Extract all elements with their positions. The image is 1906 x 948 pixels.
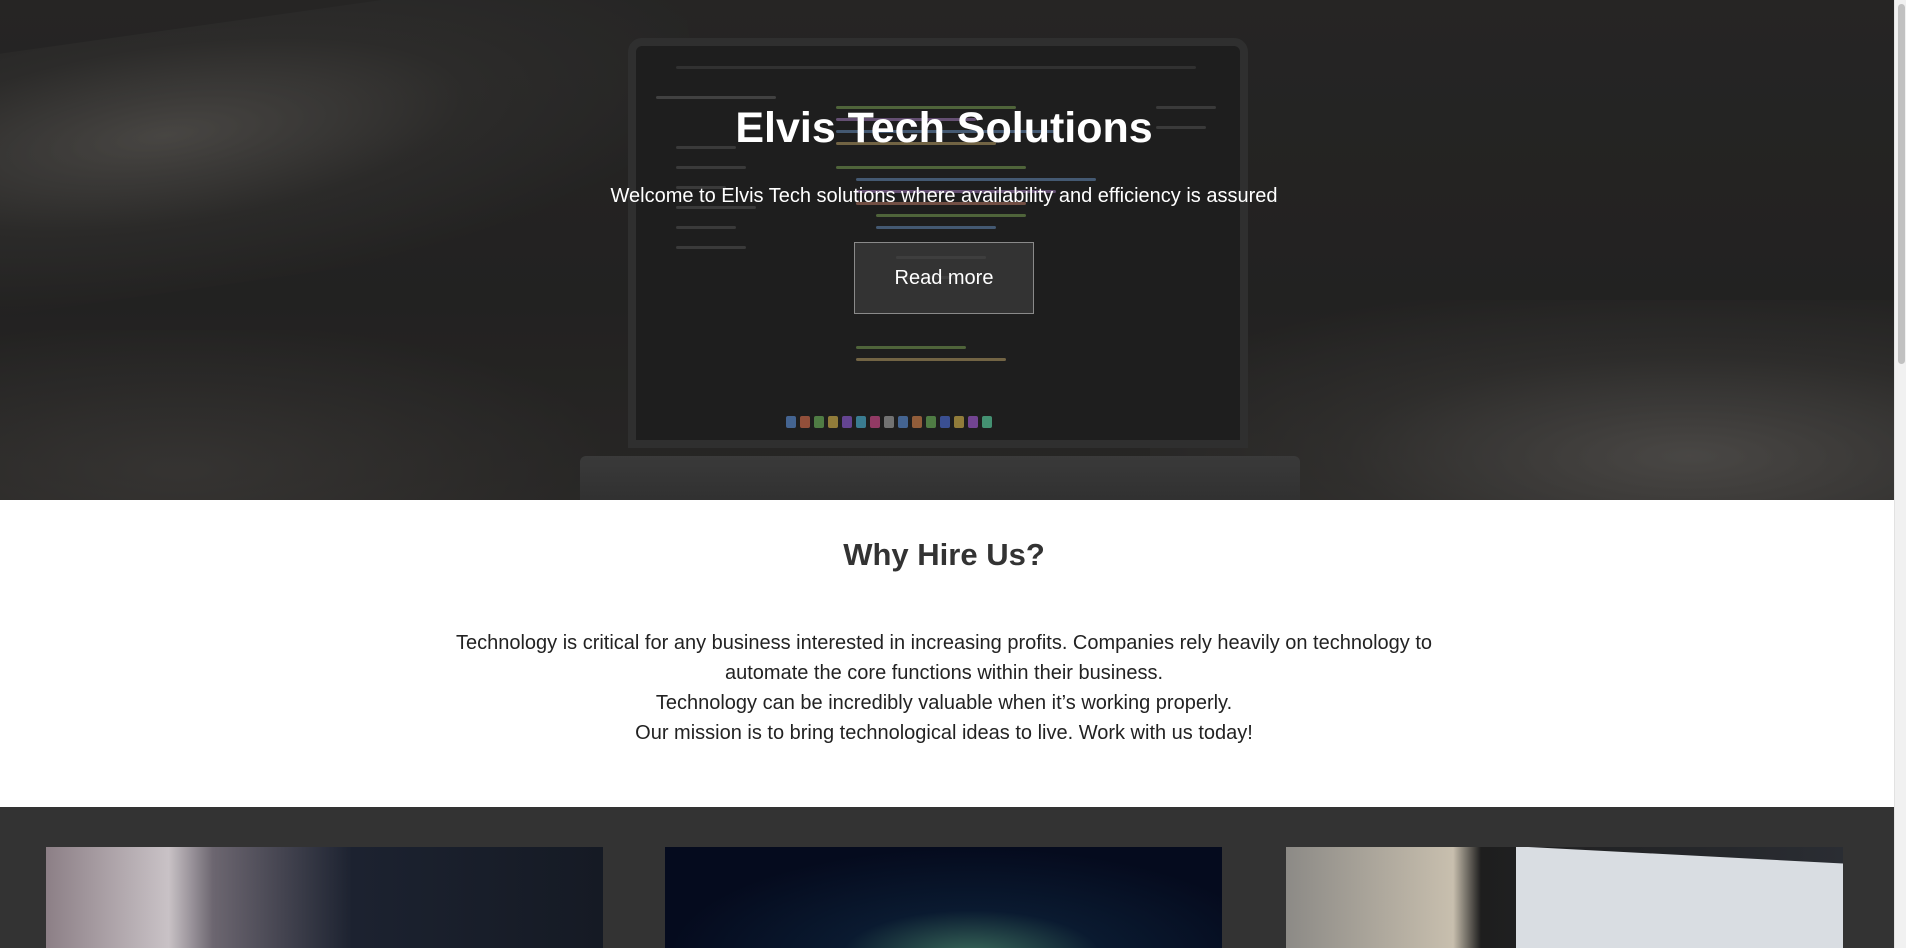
why-paragraph-1: Technology is critical for any business …	[455, 632, 1433, 684]
section-title: Why Hire Us?	[843, 537, 1045, 572]
scrollbar-thumb[interactable]	[1898, 4, 1905, 364]
gallery-image-dark-screen[interactable]	[665, 847, 1222, 948]
hero-title: Elvis Tech Solutions	[735, 104, 1153, 152]
why-hire-us-text: Technology is critical for any business …	[440, 628, 1448, 748]
hero-subtitle: Welcome to Elvis Tech solutions where av…	[610, 185, 1278, 207]
hero-section: Elvis Tech Solutions Welcome to Elvis Te…	[0, 0, 1894, 500]
gallery-section	[0, 807, 1894, 948]
why-hire-us-section: Why Hire Us? Technology is critical for …	[0, 500, 1894, 807]
gallery-image-code[interactable]	[46, 847, 603, 948]
why-paragraph-3: Our mission is to bring technological id…	[635, 722, 1253, 744]
gallery-image-spreadsheet[interactable]	[1286, 847, 1843, 948]
why-paragraph-2: Technology can be incredibly valuable wh…	[655, 692, 1233, 714]
page: Elvis Tech Solutions Welcome to Elvis Te…	[0, 0, 1894, 948]
read-more-button[interactable]: Read more	[854, 242, 1034, 314]
page-scrollbar[interactable]	[1894, 0, 1906, 948]
spreadsheet-screen	[1516, 847, 1843, 948]
